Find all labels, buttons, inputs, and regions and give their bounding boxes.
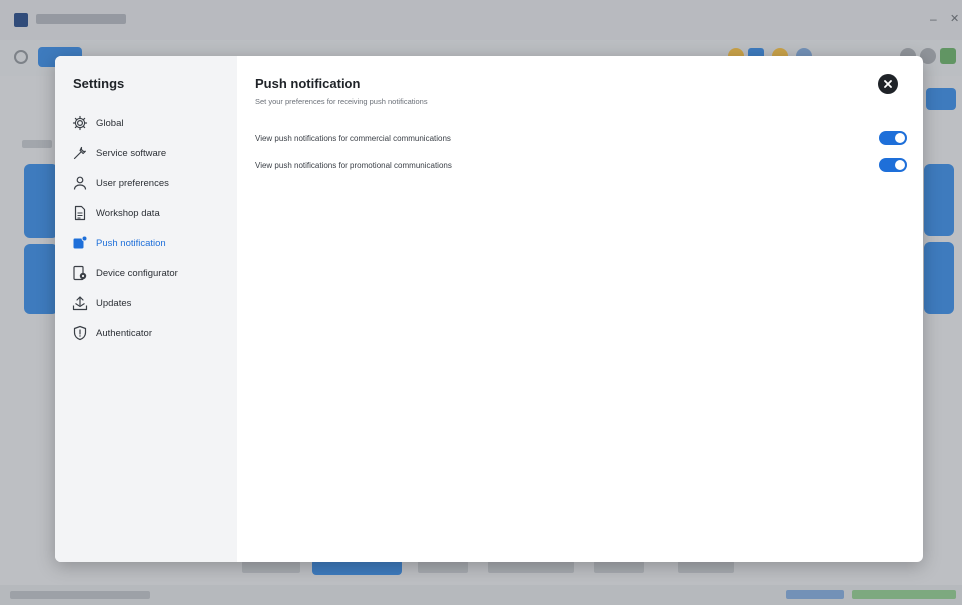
commercial-notifications-row: View push notifications for commercial c… <box>255 130 907 146</box>
sidebar-item-label: Authenticator <box>96 327 152 339</box>
promotional-notifications-label: View push notifications for promotional … <box>255 160 452 170</box>
page-title: Push notification <box>255 76 361 91</box>
sidebar-item-label: Workshop data <box>96 207 160 219</box>
promotional-notifications-toggle[interactable] <box>879 158 907 172</box>
settings-title: Settings <box>73 76 125 91</box>
sidebar-item-label: User preferences <box>96 177 169 189</box>
sidebar-item-device-configurator[interactable]: Device configurator <box>71 258 231 288</box>
wrench-icon <box>71 144 89 162</box>
sidebar-item-label: Global <box>96 117 124 129</box>
commercial-notifications-label: View push notifications for commercial c… <box>255 133 451 143</box>
notification-icon <box>71 234 89 252</box>
close-button[interactable] <box>878 74 898 94</box>
sidebar-item-updates[interactable]: Updates <box>71 288 231 318</box>
toggle-knob <box>895 133 905 143</box>
sidebar-item-workshop-data[interactable]: Workshop data <box>71 198 231 228</box>
settings-sidebar: Settings Global Service software User pr… <box>55 56 237 562</box>
sidebar-item-user-preferences[interactable]: User preferences <box>71 168 231 198</box>
sidebar-item-label: Device configurator <box>96 267 178 279</box>
settings-content: Push notification Set your preferences f… <box>237 56 923 562</box>
gear-icon <box>71 114 89 132</box>
close-icon <box>884 80 892 88</box>
sidebar-item-service-software[interactable]: Service software <box>71 138 231 168</box>
user-icon <box>71 174 89 192</box>
page-subtitle: Set your preferences for receiving push … <box>255 97 428 106</box>
sidebar-item-label: Push notification <box>96 237 166 249</box>
sidebar-item-push-notification[interactable]: Push notification <box>71 228 231 258</box>
settings-dialog: Settings Global Service software User pr… <box>55 56 923 562</box>
sidebar-item-authenticator[interactable]: Authenticator <box>71 318 231 348</box>
commercial-notifications-toggle[interactable] <box>879 131 907 145</box>
updates-icon <box>71 294 89 312</box>
sidebar-item-label: Service software <box>96 147 167 159</box>
settings-nav: Global Service software User preferences… <box>71 108 231 348</box>
promotional-notifications-row: View push notifications for promotional … <box>255 157 907 173</box>
document-icon <box>71 204 89 222</box>
sidebar-item-global[interactable]: Global <box>71 108 231 138</box>
sidebar-item-label: Updates <box>96 297 132 309</box>
device-config-icon <box>71 264 89 282</box>
shield-icon <box>71 324 89 342</box>
toggle-knob <box>895 160 905 170</box>
